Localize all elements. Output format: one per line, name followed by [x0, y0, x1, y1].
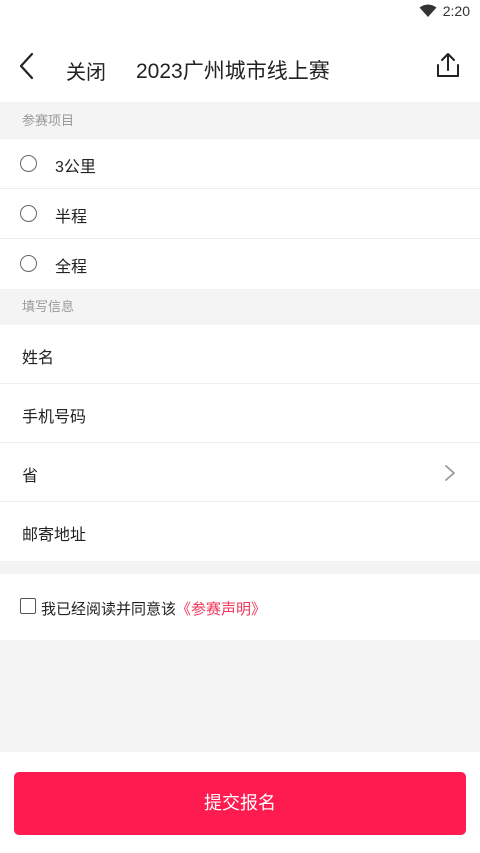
province-field-label: 省	[22, 468, 39, 485]
phone-field-label: 手机号码	[22, 409, 87, 426]
bottom-bar: 提交报名	[0, 752, 480, 853]
agreement-checkbox[interactable]	[20, 598, 36, 614]
wifi-icon	[419, 4, 437, 17]
submit-button[interactable]: 提交报名	[14, 772, 466, 835]
declaration-link[interactable]: 《参赛声明》	[176, 601, 266, 618]
agreement-text: 我已经阅读并同意该《参赛声明》	[41, 598, 266, 619]
radio-icon[interactable]	[20, 205, 37, 222]
event-option-half[interactable]: 半程	[0, 189, 480, 239]
event-option-label: 半程	[55, 209, 88, 226]
address-field[interactable]: 邮寄地址	[0, 502, 480, 561]
address-field-label: 邮寄地址	[22, 527, 87, 544]
status-bar: 2:20	[0, 0, 480, 24]
phone-field[interactable]: 手机号码	[0, 384, 480, 443]
share-icon[interactable]	[435, 51, 461, 79]
status-time: 2:20	[442, 3, 470, 19]
radio-icon[interactable]	[20, 155, 37, 172]
nav-bar: 关闭 2023广州城市线上赛	[0, 24, 480, 102]
event-option-label: 3公里	[55, 159, 96, 176]
agreement-block: 我已经阅读并同意该《参赛声明》	[0, 574, 480, 640]
province-selector[interactable]: 省	[0, 443, 480, 502]
event-option-full[interactable]: 全程	[0, 239, 480, 289]
name-field-label: 姓名	[22, 350, 55, 367]
section-header-info: 填写信息	[0, 289, 480, 325]
radio-icon[interactable]	[20, 255, 37, 272]
back-icon[interactable]	[16, 51, 40, 81]
name-field[interactable]: 姓名	[0, 325, 480, 384]
event-option-label: 全程	[55, 259, 88, 276]
status-indicators: 2:20	[419, 3, 470, 19]
section-header-events: 参赛项目	[0, 102, 480, 139]
event-option-3km[interactable]: 3公里	[0, 139, 480, 189]
chevron-right-icon	[445, 465, 455, 481]
agreement-prefix: 我已经阅读并同意该	[41, 601, 177, 618]
page-title: 2023广州城市线上赛	[136, 60, 330, 83]
close-button[interactable]: 关闭	[66, 56, 106, 85]
